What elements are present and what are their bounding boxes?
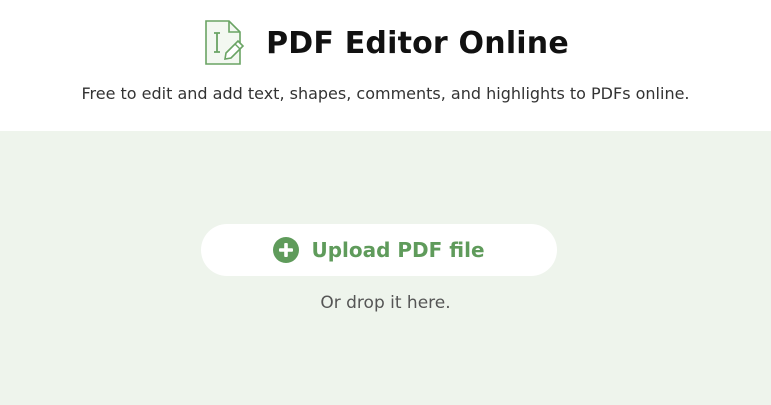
page-title: PDF Editor Online [266,25,569,61]
page-header: PDF Editor Online Free to edit and add t… [0,0,771,131]
drop-hint-text: Or drop it here. [320,293,451,313]
file-dropzone[interactable]: Upload PDF file Or drop it here. [0,131,771,405]
title-row: PDF Editor Online [0,14,771,72]
page-subtitle: Free to edit and add text, shapes, comme… [81,84,690,103]
pdf-edit-logo-icon [202,19,248,67]
plus-circle-icon [273,237,300,263]
upload-pdf-button[interactable]: Upload PDF file [201,224,557,276]
upload-button-label: Upload PDF file [311,238,485,262]
